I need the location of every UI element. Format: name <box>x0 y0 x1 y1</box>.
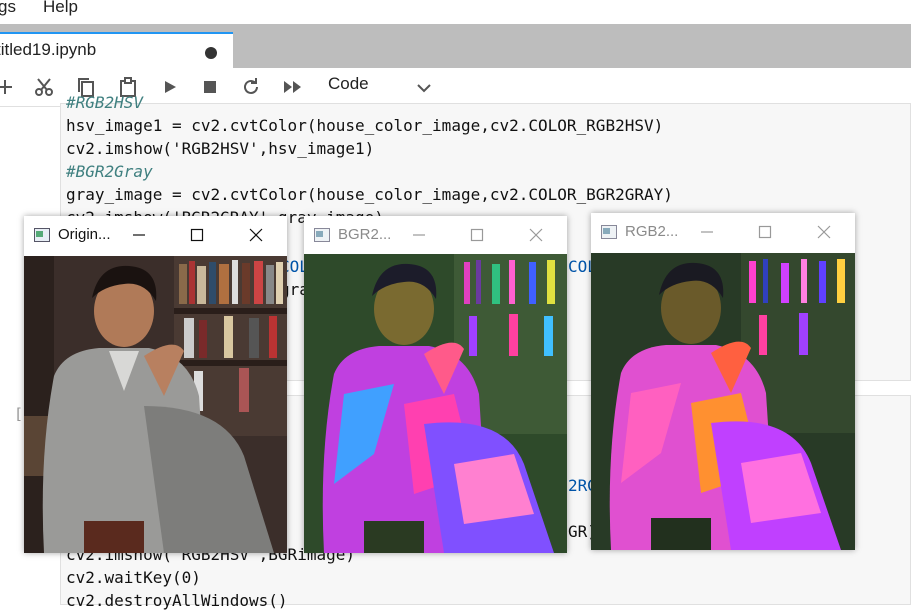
code-comment: #RGB2HSV <box>66 93 144 112</box>
window-titlebar[interactable]: BGR2... <box>304 216 567 254</box>
menu-bar: gs Help <box>0 0 911 24</box>
cell-type-select[interactable]: Code <box>328 74 369 94</box>
add-cell-button[interactable] <box>0 74 18 100</box>
cut-icon <box>35 78 53 96</box>
app-icon <box>314 228 330 242</box>
execution-count: [ <box>14 405 24 423</box>
cell-type-dropdown[interactable] <box>416 79 432 98</box>
close-icon[interactable] <box>816 224 832 240</box>
minimize-icon[interactable] <box>131 227 147 243</box>
opencv-window-original[interactable]: Origin... <box>24 216 287 553</box>
window-title: RGB2... <box>625 223 679 240</box>
photo-hsv-b <box>591 253 855 550</box>
run-button[interactable] <box>157 74 183 100</box>
code-line: cv2.waitKey(0) <box>66 568 201 587</box>
opencv-window-rgb[interactable]: RGB2... <box>591 213 855 550</box>
run-icon <box>165 81 176 93</box>
opencv-window-bgr[interactable]: BGR2... <box>304 216 567 553</box>
photo-original <box>24 256 287 553</box>
menu-item-settings[interactable]: gs <box>0 0 16 17</box>
fast-forward-icon <box>284 81 301 93</box>
code-line: gray_image = cv2.cvtColor(house_color_im… <box>66 185 673 204</box>
window-titlebar[interactable]: RGB2... <box>591 213 855 251</box>
window-titlebar[interactable]: Origin... <box>24 216 287 254</box>
add-icon <box>0 80 12 94</box>
unsaved-indicator-icon[interactable] <box>205 47 217 59</box>
maximize-icon[interactable] <box>189 227 205 243</box>
window-title: BGR2... <box>338 226 392 243</box>
code-line: hsv_image1 = cv2.cvtColor(house_color_im… <box>66 116 664 135</box>
tab-strip: titled19.ipynb <box>0 24 911 68</box>
minimize-icon[interactable] <box>699 224 715 240</box>
cut-button[interactable] <box>31 74 57 100</box>
stop-button[interactable] <box>197 74 223 100</box>
app-icon <box>34 228 50 242</box>
code-line: cv2.imshow('RGB2HSV',hsv_image1) <box>66 139 375 158</box>
chevron-down-icon <box>417 84 431 93</box>
app-icon <box>601 225 617 239</box>
notebook-tab[interactable]: titled19.ipynb <box>0 32 233 68</box>
restart-button[interactable] <box>238 74 264 100</box>
restart-run-all-button[interactable] <box>280 74 306 100</box>
code-line: cv2.destroyAllWindows() <box>66 591 288 610</box>
maximize-icon[interactable] <box>757 224 773 240</box>
image-display <box>591 253 855 550</box>
image-display <box>304 254 567 553</box>
menu-item-help[interactable]: Help <box>43 0 78 17</box>
image-display <box>24 256 287 553</box>
window-title: Origin... <box>58 226 111 243</box>
close-icon[interactable] <box>528 227 544 243</box>
code-comment: #BGR2Gray <box>66 162 153 181</box>
restart-icon <box>244 78 258 94</box>
close-icon[interactable] <box>248 227 264 243</box>
stop-icon <box>204 81 216 93</box>
photo-hsv-a <box>304 254 567 553</box>
tab-title: titled19.ipynb <box>0 40 97 59</box>
maximize-icon[interactable] <box>469 227 485 243</box>
minimize-icon[interactable] <box>411 227 427 243</box>
